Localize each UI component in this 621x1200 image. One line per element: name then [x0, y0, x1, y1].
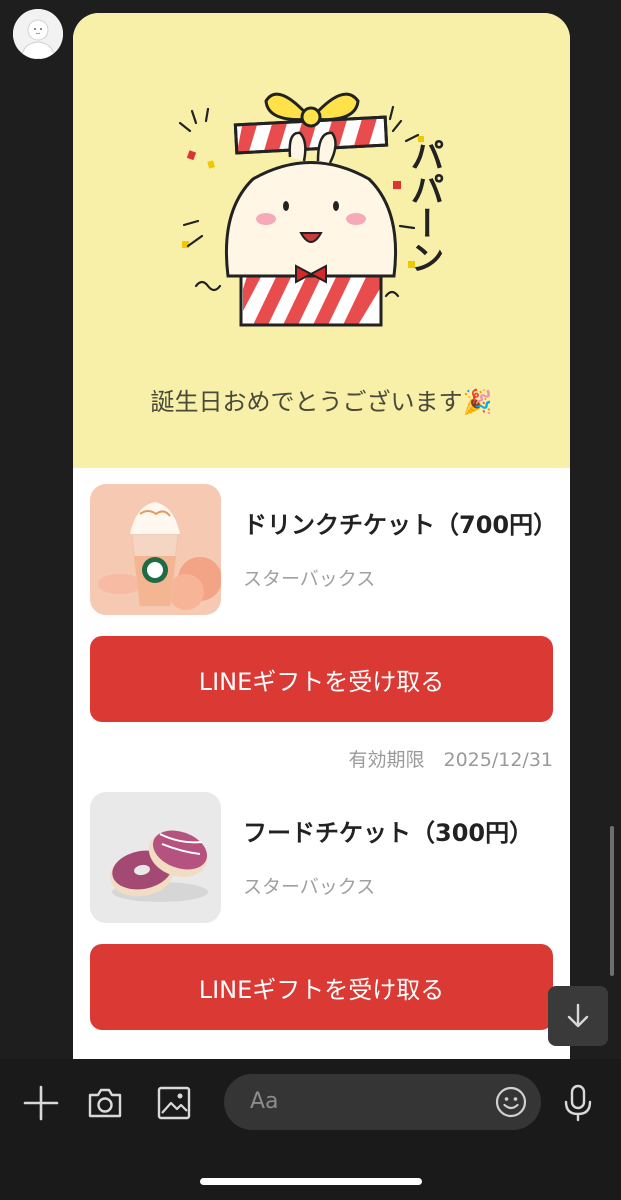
food-ticket-thumbnail: [90, 792, 221, 923]
gift-message-card: パパーン 誕生日おめでとうございます🎉 ドリンクチケット（700円） スターバッ…: [73, 13, 570, 1073]
food-ticket-title: フードチケット（300円）: [243, 819, 534, 847]
sticker-text: パパーン: [404, 138, 444, 274]
drink-ticket-expiry: 有効期限 2025/12/31: [348, 749, 553, 771]
drink-ticket-title: ドリンクチケット（700円）: [243, 511, 558, 539]
message-input-placeholder: Aa: [250, 1089, 279, 1114]
image-icon[interactable]: [154, 1083, 194, 1123]
scrollbar[interactable]: [610, 826, 614, 976]
pink-donut-image: [90, 792, 221, 923]
smiley-icon[interactable]: [495, 1086, 527, 1118]
card-header: パパーン 誕生日おめでとうございます🎉: [73, 13, 570, 468]
peach-frappuccino-image: [90, 484, 221, 615]
scroll-to-bottom-button[interactable]: [548, 986, 608, 1046]
avatar[interactable]: [13, 9, 63, 59]
greeting-text: 誕生日おめでとうございます🎉: [150, 388, 493, 416]
drink-ticket-shop: スターバックス: [243, 568, 376, 590]
receive-food-gift-button[interactable]: LINEギフトを受け取る: [90, 944, 553, 1030]
message-input[interactable]: Aa: [224, 1074, 541, 1130]
receive-drink-gift-button[interactable]: LINEギフトを受け取る: [90, 636, 553, 722]
camera-icon[interactable]: [85, 1083, 125, 1123]
food-ticket-shop: スターバックス: [243, 876, 376, 898]
message-input-bar: Aa: [0, 1059, 621, 1200]
drink-ticket-thumbnail: [90, 484, 221, 615]
plus-icon[interactable]: [21, 1083, 61, 1123]
microphone-icon[interactable]: [558, 1083, 598, 1123]
arrow-down-icon: [567, 1003, 589, 1028]
home-indicator: [200, 1178, 422, 1185]
default-avatar-icon: [13, 9, 63, 59]
